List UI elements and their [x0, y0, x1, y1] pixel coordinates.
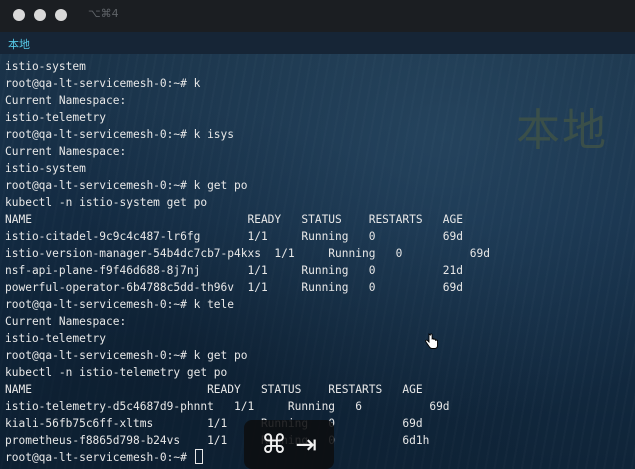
text-cursor	[194, 449, 203, 464]
terminal-line: kubectl -n istio-system get po	[5, 196, 208, 209]
terminal-output[interactable]: 本地 istio-system root@qa-lt-servicemesh-0…	[0, 54, 635, 469]
terminal-lines: istio-system root@qa-lt-servicemesh-0:~#…	[5, 58, 490, 466]
terminal-line: kubectl -n istio-telemetry get po	[5, 366, 228, 379]
table-header: NAME READY STATUS RESTARTS AGE	[5, 383, 423, 396]
table-row: istio-telemetry-d5c4687d9-phnnt 1/1 Runn…	[5, 400, 450, 413]
table-row: istio-version-manager-54b4dc7cb7-p4kxs 1…	[5, 247, 490, 260]
terminal-line: root@qa-lt-servicemesh-0:~# k isys	[5, 128, 235, 141]
tab-local[interactable]: 本地	[8, 36, 30, 52]
table-header: NAME READY STATUS RESTARTS AGE	[5, 213, 464, 226]
prompt-text: root@qa-lt-servicemesh-0:~#	[5, 451, 194, 464]
terminal-line: istio-system	[5, 162, 86, 175]
terminal-line: root@qa-lt-servicemesh-0:~# k	[5, 77, 201, 90]
close-window-button[interactable]	[13, 9, 25, 21]
title-bar: ⌥⌘4	[0, 0, 635, 32]
tab-bar: 本地	[0, 32, 635, 54]
terminal-line: Current Namespace:	[5, 145, 127, 158]
terminal-line: Current Namespace:	[5, 315, 127, 328]
keystroke-overlay: ⌘ ⇥	[244, 420, 334, 469]
table-row: powerful-operator-6b4788c5dd-th96v 1/1 R…	[5, 281, 464, 294]
terminal-line: root@qa-lt-servicemesh-0:~# k get po	[5, 349, 248, 362]
terminal-line: istio-telemetry	[5, 111, 107, 124]
terminal-line: Current Namespace:	[5, 94, 127, 107]
profile-watermark: 本地	[516, 105, 608, 156]
terminal-line: istio-system	[5, 60, 86, 73]
hand-pointer-icon	[425, 333, 438, 349]
table-row: istio-citadel-9c9c4c487-lr6fg 1/1 Runnin…	[5, 230, 464, 243]
terminal-line: istio-telemetry	[5, 332, 107, 345]
terminal-line: root@qa-lt-servicemesh-0:~# k get po	[5, 179, 248, 192]
zoom-window-button[interactable]	[55, 9, 67, 21]
minimize-window-button[interactable]	[34, 9, 46, 21]
terminal-line: root@qa-lt-servicemesh-0:~# k tele	[5, 298, 235, 311]
window-shortcut: ⌥⌘4	[88, 7, 119, 20]
table-row: nsf-api-plane-f9f46d688-8j7nj 1/1 Runnin…	[5, 264, 464, 277]
